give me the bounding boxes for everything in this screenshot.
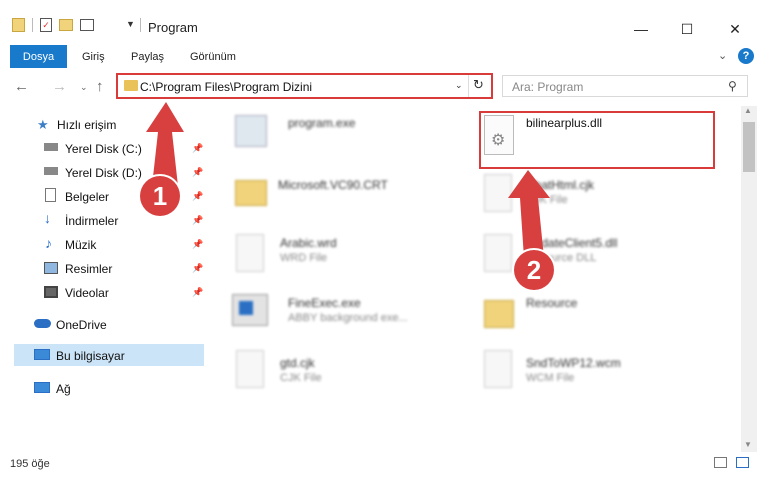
arrow-1 [146, 102, 184, 186]
callout-2: 2 [514, 250, 554, 290]
arrow-2 [508, 170, 550, 258]
callout-1: 1 [140, 176, 180, 216]
annotation-arrows [146, 102, 550, 258]
